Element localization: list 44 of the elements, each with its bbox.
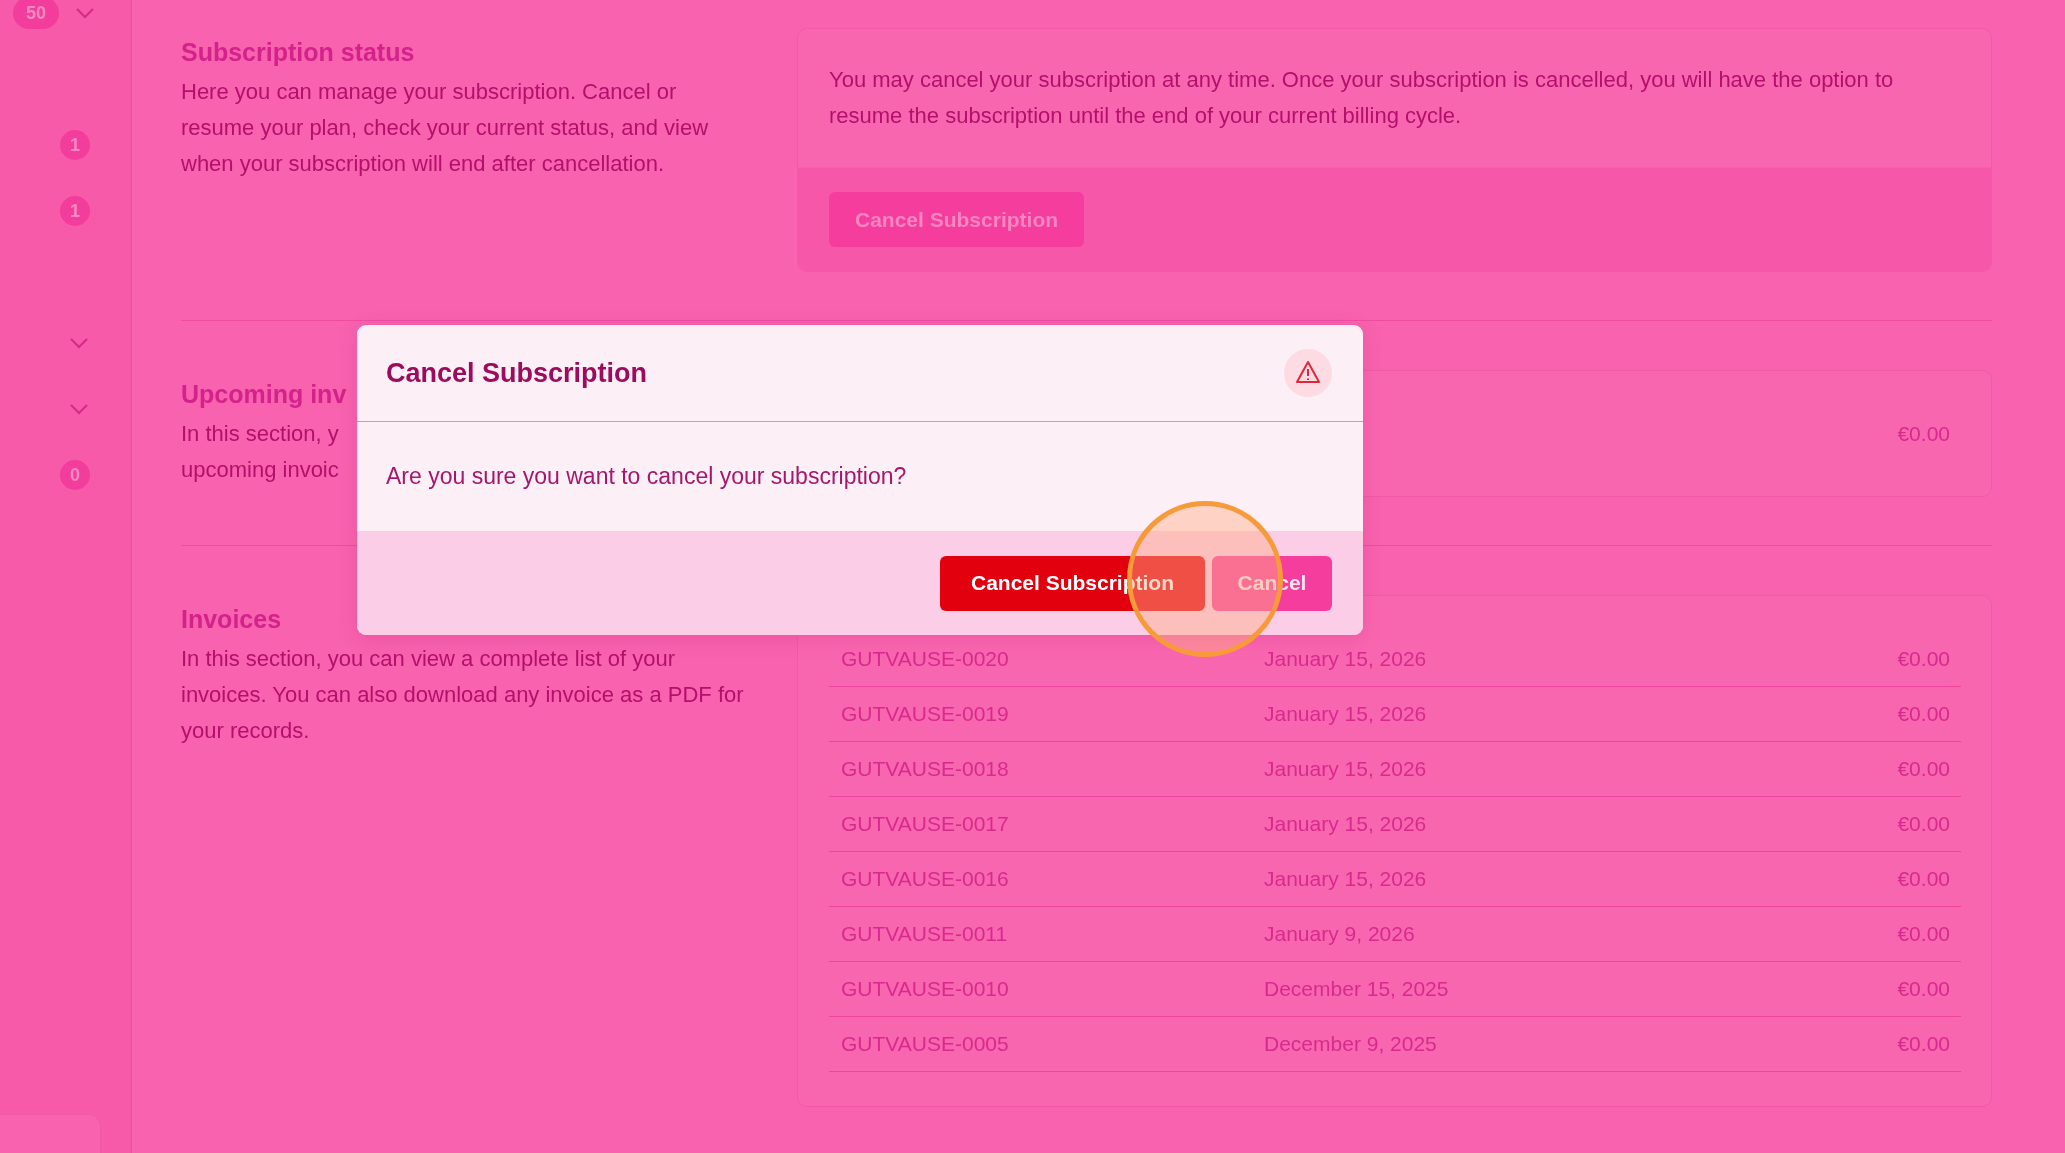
invoice-number-cell-text: GUTVAUSE-0017 (840, 812, 1010, 836)
invoice-amount-cell-text: €0.00 (1897, 757, 1951, 781)
invoice-number-cell-text: GUTVAUSE-0005 (840, 1032, 1010, 1056)
section-title: Subscription status (181, 37, 416, 68)
dialog-message: Are you sure you want to cancel your subscription? (386, 463, 907, 490)
invoice-number-cell-text: GUTVAUSE-0020 (840, 647, 1010, 671)
invoice-date-cell-text: January 15, 2026 (1264, 757, 1428, 781)
section-description: In this section, you can view a complete list of your invoices. You can also download any invoice as a PDF for your records. (181, 645, 745, 745)
invoice-amount-cell-text: €0.00 (1897, 922, 1951, 946)
invoice-date-cell-text: January 15, 2026 (1264, 812, 1428, 836)
invoice-amount-cell-text: €0.00 (1897, 812, 1951, 836)
invoice-amount-cell-text: €0.00 (1897, 867, 1951, 891)
invoice-date-cell-text: December 9, 2025 (1264, 1032, 1438, 1056)
invoice-number-cell-text: GUTVAUSE-0019 (840, 702, 1010, 726)
section-description: upcoming invoic (181, 456, 339, 484)
invoice-date-cell-text: January 15, 2026 (1264, 867, 1428, 891)
invoice-date-cell-text: December 15, 2025 (1264, 977, 1450, 1001)
cancel-subscription-button[interactable]: Cancel Subscription (829, 192, 1085, 247)
count-badge: 1 (60, 196, 90, 226)
invoice-number-cell-text: GUTVAUSE-0018 (840, 757, 1010, 781)
section-title: Invoices (181, 604, 283, 635)
amount-text: €0.00 (1897, 421, 1950, 446)
invoice-date-cell-text: January 9, 2026 (1264, 922, 1416, 946)
notice-text: You may cancel your subscription at any time. Once your subscription is cancelled, you will have the option to resume the subscription until the end of your current billing cycle. (828, 66, 1895, 130)
invoice-amount-cell-text: €0.00 (1897, 977, 1951, 1001)
section-description: Here you can manage your subscription. Cancel or resume your plan, check your current status, and view when your subscription will end after cancellation. (181, 78, 710, 178)
invoice-amount-cell-text: €0.00 (1897, 647, 1951, 671)
count-badge: 1 (60, 130, 90, 160)
dialog-title: Cancel Subscription (386, 357, 648, 389)
invoice-amount-cell-text: €0.00 (1897, 1032, 1951, 1056)
count-badge: 0 (60, 460, 90, 490)
chevron-down-icon[interactable] (76, 7, 94, 19)
count-badge: 50 (13, 0, 59, 29)
chevron-down-icon[interactable] (70, 337, 88, 349)
section-title: Upcoming inv (181, 379, 348, 410)
chevron-down-icon[interactable] (70, 403, 88, 415)
invoice-date-cell-text: January 15, 2026 (1264, 702, 1428, 726)
invoice-number-cell-text: GUTVAUSE-0011 (840, 922, 1009, 946)
section-description: In this section, y (181, 420, 339, 448)
invoice-amount-cell-text: €0.00 (1897, 702, 1951, 726)
invoice-date-cell-text: January 15, 2026 (1264, 647, 1428, 671)
invoice-number-cell-text: GUTVAUSE-0016 (840, 867, 1010, 891)
warning-icon (1284, 349, 1332, 397)
invoice-number-cell-text: GUTVAUSE-0010 (840, 977, 1010, 1001)
